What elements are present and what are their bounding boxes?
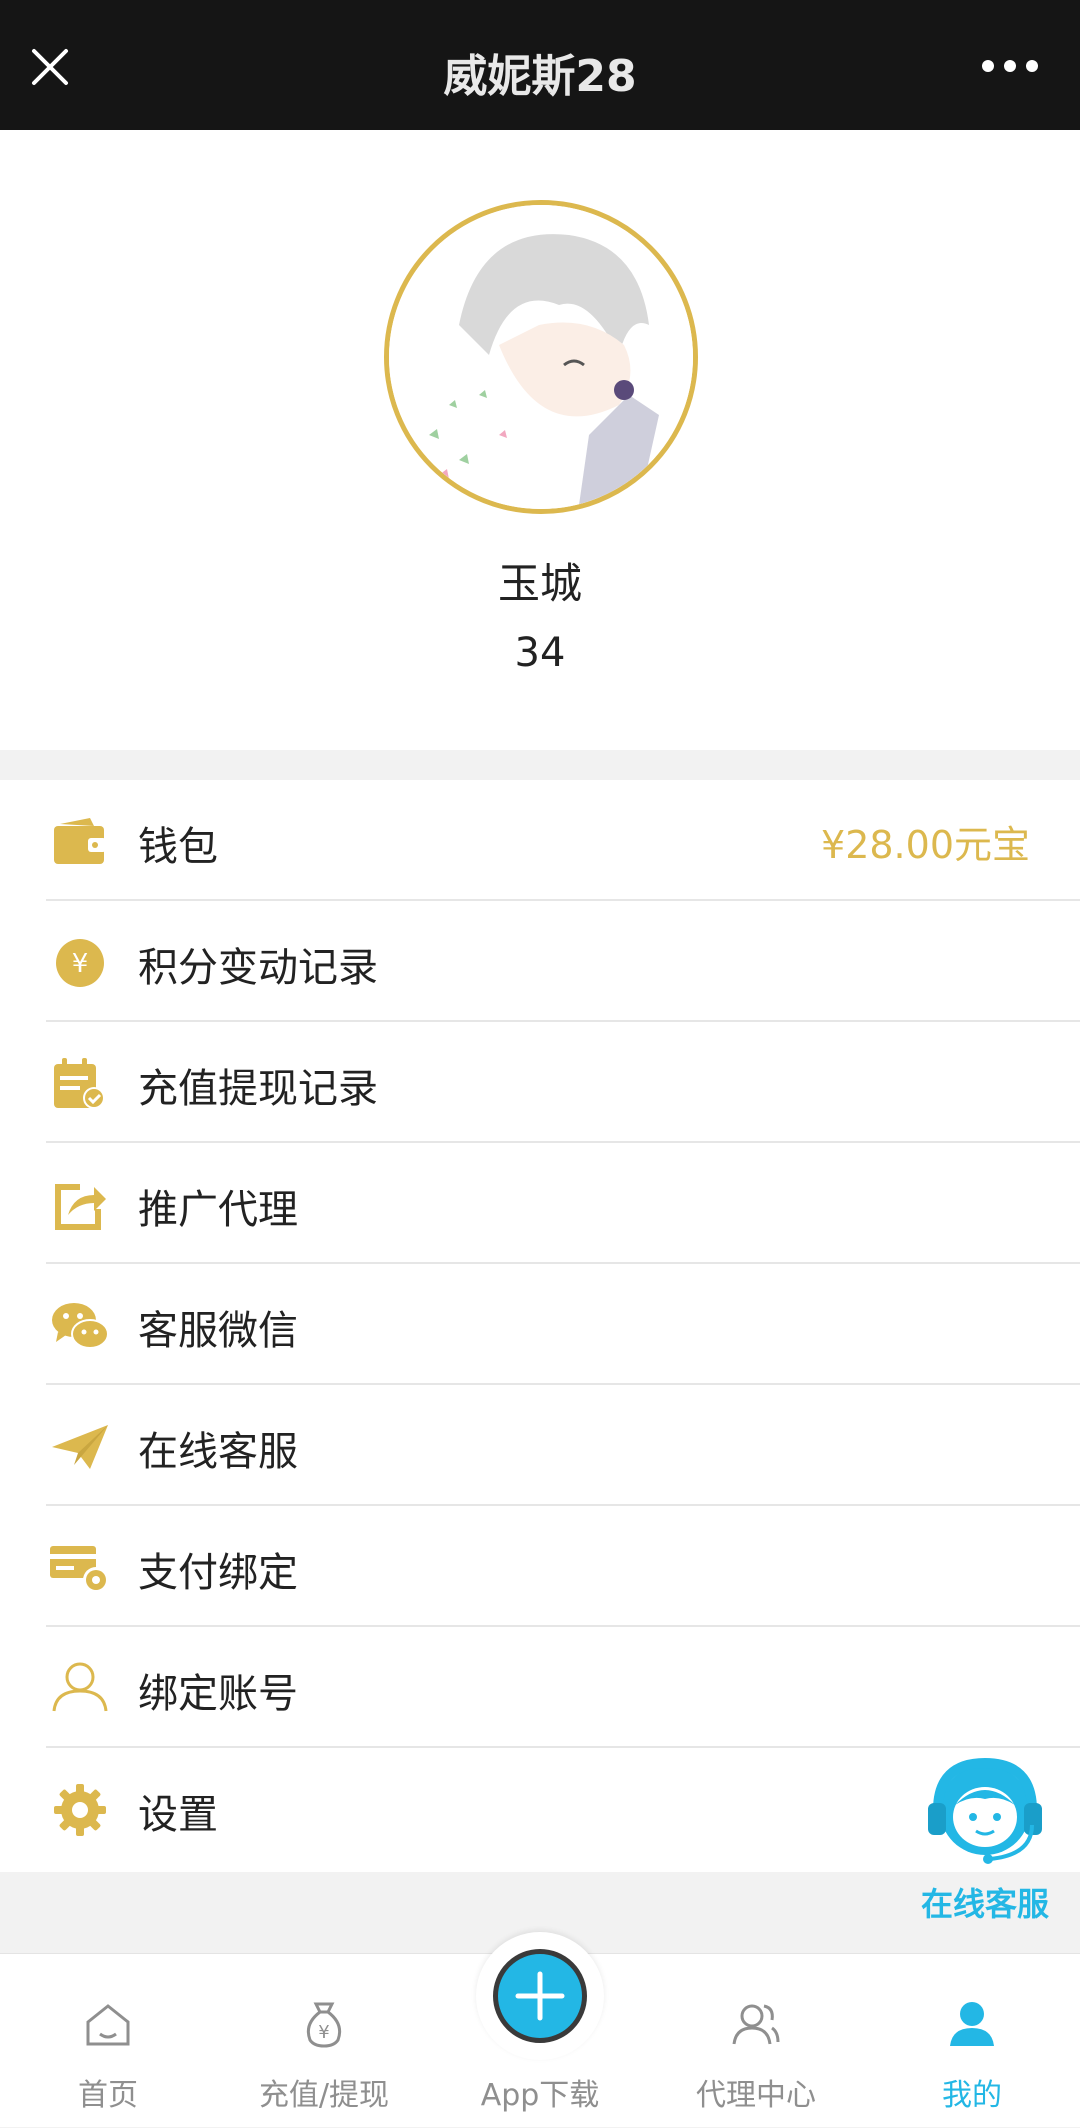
money-bag-icon: ¥ — [306, 2002, 342, 2048]
tab-agent-center[interactable]: 代理中心 — [648, 1954, 864, 2128]
gear-icon — [54, 1784, 106, 1836]
paper-plane-icon — [52, 1425, 108, 1469]
user-filled-icon — [950, 2002, 994, 2046]
menu-item-label: 设置 — [138, 1792, 218, 1838]
tab-label: 首页 — [78, 2078, 138, 2113]
card-gear-icon — [50, 1546, 109, 1593]
yuan-coin-icon: ¥ — [56, 939, 104, 987]
tab-label: 我的 — [942, 2078, 1002, 2113]
menu-item-bind-account[interactable]: 绑定账号 — [0, 1627, 1080, 1748]
tab-home[interactable]: 首页 — [0, 1954, 216, 2128]
avatar[interactable] — [384, 200, 698, 514]
svg-text:¥: ¥ — [318, 2022, 329, 2043]
user-id: 34 — [514, 630, 566, 676]
plus-icon — [515, 1971, 565, 2021]
svg-text:¥: ¥ — [72, 949, 89, 979]
menu-item-label: 钱包 — [138, 824, 218, 870]
menu-item-online-service[interactable]: 在线客服 — [0, 1385, 1080, 1506]
app-download-button[interactable] — [476, 1932, 604, 2060]
menu-item-payment-binding[interactable]: 支付绑定 — [0, 1506, 1080, 1627]
menu-item-label: 推广代理 — [138, 1187, 298, 1233]
menu-item-label: 充值提现记录 — [138, 1066, 378, 1112]
user-name: 玉城 — [497, 559, 582, 608]
menu-item-label: 积分变动记录 — [138, 945, 378, 991]
share-icon — [55, 1184, 106, 1230]
menu-item-service-wechat[interactable]: 客服微信 — [0, 1264, 1080, 1385]
menu-item-label: 绑定账号 — [138, 1671, 298, 1717]
page-title: 威妮斯28 — [443, 51, 637, 102]
users-icon — [732, 2004, 780, 2045]
menu-item-label: 支付绑定 — [138, 1550, 298, 1596]
more-icon[interactable] — [980, 58, 1040, 74]
headset-service-icon — [928, 1757, 1042, 1864]
menu-item-label: 在线客服 — [138, 1429, 298, 1475]
tab-recharge[interactable]: ¥ 充值/提现 — [216, 1954, 432, 2128]
menu-list: 钱包 ¥28.00元宝 ¥ 积分变动记录 充值提现记录 推广代理 客服微信 在线… — [0, 780, 1080, 1872]
home-icon — [86, 2004, 130, 2046]
tab-label: App下载 — [480, 2078, 600, 2113]
floating-service-label: 在线客服 — [920, 1885, 1049, 1923]
menu-item-label: 客服微信 — [138, 1308, 298, 1354]
user-icon — [52, 1662, 108, 1712]
calendar-check-icon — [54, 1058, 105, 1109]
menu-item-points-record[interactable]: ¥ 积分变动记录 — [0, 901, 1080, 1022]
wallet-balance: ¥28.00元宝 — [821, 823, 1030, 867]
menu-item-promotion-agent[interactable]: 推广代理 — [0, 1143, 1080, 1264]
menu-item-wallet[interactable]: 钱包 ¥28.00元宝 — [0, 780, 1080, 901]
floating-service-button[interactable]: 在线客服 — [910, 1755, 1060, 1925]
tab-label: 代理中心 — [696, 2078, 816, 2113]
wallet-icon — [54, 818, 106, 864]
top-bar: 威妮斯28 — [0, 0, 1080, 130]
profile-section: 玉城 34 — [0, 130, 1080, 750]
wechat-icon — [52, 1303, 109, 1349]
tab-label: 充值/提现 — [258, 2078, 390, 2113]
menu-item-recharge-record[interactable]: 充值提现记录 — [0, 1022, 1080, 1143]
tab-mine[interactable]: 我的 — [864, 1954, 1080, 2128]
plus-circle — [493, 1949, 587, 2043]
